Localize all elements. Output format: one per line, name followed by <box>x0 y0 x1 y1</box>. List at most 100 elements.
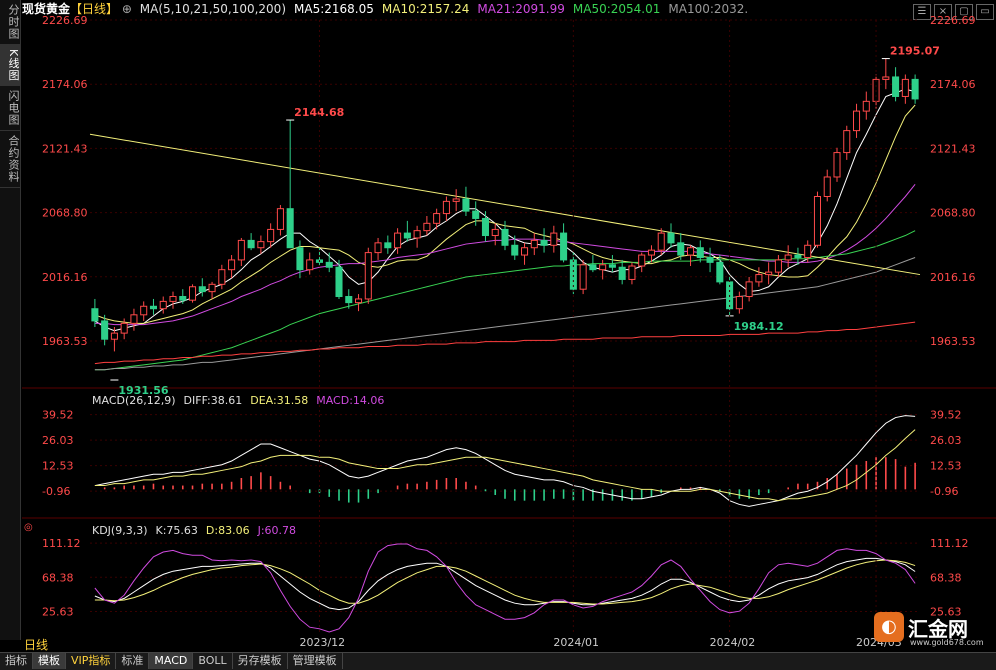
kdj-tick: 111.12 <box>930 537 969 550</box>
tab-standard[interactable]: 标准 <box>116 653 150 669</box>
candle-body <box>276 208 284 230</box>
price-tick-right: 2226.69 <box>930 14 976 27</box>
candle-body <box>794 254 802 258</box>
kdj-tick: 68.38 <box>930 571 962 584</box>
annotation-low-feb: 1984.12 <box>734 320 784 333</box>
ma-line-ma10 <box>94 104 916 324</box>
candle-body <box>159 300 167 310</box>
candle-body <box>394 232 402 249</box>
candle-body <box>745 281 753 298</box>
period-label[interactable]: 日线 <box>24 636 48 653</box>
annotation-high: 2195.07 <box>890 45 940 58</box>
candle-body <box>179 296 187 301</box>
candle-body <box>237 239 245 261</box>
candle-body <box>472 210 480 219</box>
candle-body <box>345 296 353 304</box>
candle-body <box>267 228 275 243</box>
kdj-legend: KDJ(9,3,3) K:75.63 D:83.06 J:60.78 <box>92 524 304 537</box>
macd-legend-item-0: MACD(26,12,9) <box>92 394 176 407</box>
candle-body <box>755 274 763 283</box>
candle-body <box>403 232 411 239</box>
price-tick-right: 2174.06 <box>930 78 976 91</box>
candle-body <box>560 232 568 261</box>
macd-tick: 39.52 <box>42 409 74 422</box>
price-tick-right: 2016.16 <box>930 271 976 284</box>
tab-template[interactable]: 模板 <box>33 653 66 669</box>
date-label: 2023/12 <box>299 636 345 649</box>
ma-line-ma21 <box>94 183 916 326</box>
candle-body <box>882 76 890 80</box>
candle-body <box>384 242 392 249</box>
macd-tick: 12.53 <box>42 460 74 473</box>
candle-body <box>306 259 314 271</box>
candle-body <box>657 232 665 251</box>
candle-body <box>521 247 529 256</box>
tab-indicator[interactable]: 指标 <box>0 653 33 669</box>
candle-body <box>530 239 538 249</box>
candle-body <box>706 256 714 263</box>
candle-body <box>599 264 607 271</box>
macd-tick: 39.52 <box>930 409 962 422</box>
kdj-legend-item-0: KDJ(9,3,3) <box>92 524 148 537</box>
candle-body <box>774 259 782 273</box>
candle-body <box>892 76 900 97</box>
candle-body <box>413 230 421 239</box>
candle-body <box>296 247 304 271</box>
candle-body <box>325 261 333 268</box>
tab-manage-template[interactable]: 管理模板 <box>288 653 343 669</box>
candle-body <box>647 249 655 256</box>
price-tick-right: 2121.43 <box>930 142 976 155</box>
macd-legend-item-1: DIFF:38.61 <box>183 394 243 407</box>
ma-line-ma100 <box>94 257 916 371</box>
kdj-tick: 25.63 <box>42 605 74 618</box>
price-tick-left: 2016.16 <box>42 271 88 284</box>
tab-vip-indicator[interactable]: VIP指标 <box>66 653 117 669</box>
candle-body <box>169 296 177 302</box>
price-tick-left: 1963.53 <box>42 335 88 348</box>
candle-body <box>462 198 470 212</box>
candle-body <box>110 332 118 340</box>
tab-save-template[interactable]: 另存模板 <box>233 653 288 669</box>
candle-body <box>130 314 138 324</box>
candle-body <box>901 78 909 97</box>
bottom-toolbar: 指标 模板 VIP指标 标准 MACD BOLL 另存模板 管理模板 <box>0 652 996 670</box>
candle-body <box>452 198 460 202</box>
candle-body <box>833 152 841 178</box>
macd-legend-item-3: MACD:14.06 <box>316 394 385 407</box>
tab-macd[interactable]: MACD <box>149 653 194 669</box>
macd-tick: -0.96 <box>930 485 958 498</box>
candle-body <box>228 259 236 271</box>
candle-body <box>716 261 724 283</box>
candle-body <box>335 266 343 298</box>
kdj-settings-icon[interactable]: ◎ <box>24 522 33 533</box>
candle-body <box>569 259 577 290</box>
candle-body <box>784 254 792 261</box>
candle-body <box>667 232 675 244</box>
candle-body <box>843 130 851 154</box>
candle-body <box>813 195 821 246</box>
candle-body <box>257 241 265 249</box>
ma-line-ma50 <box>94 230 916 371</box>
price-tick-right: 1963.53 <box>930 335 976 348</box>
macd-legend-item-2: DEA:31.58 <box>250 394 309 407</box>
candle-body <box>638 254 646 267</box>
candle-body <box>247 239 255 249</box>
candle-body <box>198 286 206 293</box>
kdj-legend-item-2: D:83.06 <box>205 524 250 537</box>
kline-chart[interactable]: 2226.69 2226.69 2174.06 2174.06 2121.43 2121.… <box>0 0 996 652</box>
candle-body <box>687 247 695 256</box>
macd-tick: 26.03 <box>930 434 962 447</box>
date-label: 2024/02 <box>710 636 756 649</box>
candle-body <box>540 239 548 246</box>
candle-body <box>374 242 382 254</box>
tab-boll[interactable]: BOLL <box>193 653 233 669</box>
logo-icon: ◐ <box>874 612 904 642</box>
candle-body <box>589 264 597 271</box>
price-tick-left: 2068.80 <box>42 207 88 220</box>
date-label: 2024/01 <box>553 636 599 649</box>
candle-body <box>628 265 636 280</box>
candle-body <box>853 110 861 132</box>
candle-body <box>735 296 743 310</box>
candle-body <box>804 244 812 258</box>
macd-legend: MACD(26,12,9) DIFF:38.61 DEA:31.58 MACD:14.… <box>92 394 392 407</box>
